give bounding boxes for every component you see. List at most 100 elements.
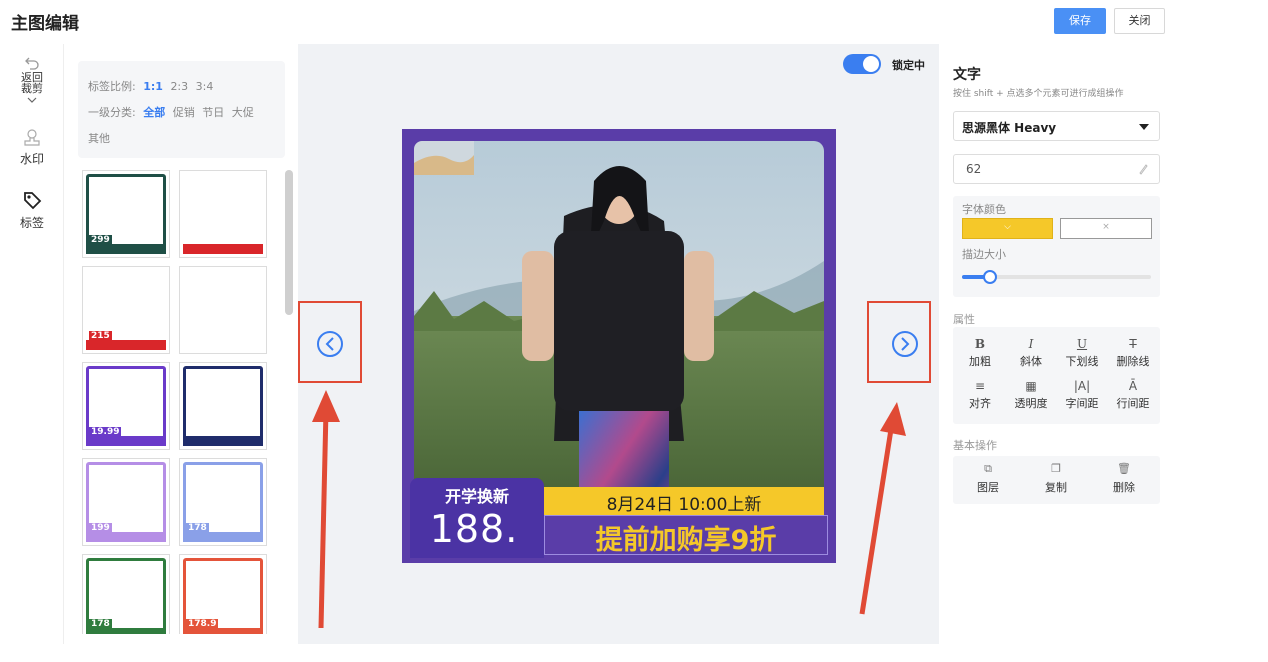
stroke-color-swatch[interactable]: × (1060, 218, 1152, 239)
strikethrough-label: 删除线 (1116, 355, 1150, 368)
lock-toggle[interactable] (843, 54, 881, 74)
property-panel: 文字 按住 shift + 点选多个元素可进行成组操作 思源黑体 Heavy 字… (939, 44, 1180, 644)
underline-button[interactable]: U 下划线 (1057, 337, 1107, 369)
save-button[interactable]: 保存 (1054, 8, 1106, 34)
watermark-thumbnail (414, 141, 474, 175)
template-thumbnail[interactable] (179, 266, 267, 354)
ratio-label: 标签比例: (88, 80, 136, 93)
font-size-input[interactable] (953, 154, 1160, 184)
template-thumbnail[interactable] (179, 362, 267, 450)
stroke-size-label: 描边大小 (962, 248, 1006, 261)
layers-icon: ⧉ (984, 462, 992, 475)
ratio-option-2-3[interactable]: 2:3 (170, 80, 188, 93)
template-thumbnail[interactable]: 199 (82, 458, 170, 546)
opacity-icon: ▦ (1025, 379, 1037, 393)
letter-spacing-button[interactable]: |A| 字间距 (1057, 379, 1107, 411)
category-big-promo[interactable]: 大促 (232, 106, 254, 119)
bold-icon: B (974, 337, 986, 351)
opacity-button[interactable]: ▦ 透明度 (1006, 379, 1056, 411)
line-height-label: 行间距 (1116, 397, 1150, 410)
poster-badge-title: 开学换新 (444, 487, 509, 506)
panel-hint: 按住 shift + 点选多个元素可进行成组操作 (953, 89, 1124, 99)
delete-button[interactable]: 🗑 删除 (1091, 462, 1157, 495)
poster-preview[interactable]: 开学换新 188. 8月24日 10:00上新 提前加购享9折 (402, 129, 836, 563)
align-label: 对齐 (969, 397, 991, 410)
ratio-filter: 标签比例: 1:1 2:3 3:4 (88, 78, 217, 94)
template-thumbnail[interactable]: 215 (82, 266, 170, 354)
page-title: 主图编辑 (11, 14, 79, 34)
template-footer-bar (86, 244, 166, 254)
opacity-label: 透明度 (1014, 397, 1048, 410)
watermark-tool[interactable]: 水印 (0, 128, 64, 167)
next-highlight (867, 301, 931, 383)
italic-label: 斜体 (1020, 355, 1042, 368)
italic-button[interactable]: I 斜体 (1006, 337, 1056, 369)
basic-ops-box: ⧉ 图层 ❐ 复制 🗑 删除 (953, 456, 1160, 504)
template-panel: 标签比例: 1:1 2:3 3:4 一级分类: 全部 促销 节日 大促 其他 2… (64, 44, 298, 644)
line-height-button[interactable]: Ā 行间距 (1108, 379, 1158, 411)
category-holiday[interactable]: 节日 (202, 106, 224, 119)
delete-label: 删除 (1113, 481, 1135, 494)
tag-label: 标签 (19, 216, 44, 230)
basic-ops-section-label: 基本操作 (953, 439, 997, 452)
lock-label: 锁定中 (892, 59, 925, 72)
prev-highlight (298, 301, 362, 383)
close-button[interactable]: 关闭 (1114, 8, 1165, 34)
template-thumbnail[interactable]: 178 (179, 458, 267, 546)
ratio-option-1-1[interactable]: 1:1 (143, 80, 163, 93)
template-thumbnail[interactable]: 299 (82, 170, 170, 258)
template-frame (183, 174, 263, 254)
ratio-option-3-4[interactable]: 3:4 (196, 80, 214, 93)
category-promo[interactable]: 促销 (173, 106, 195, 119)
template-frame (183, 366, 263, 446)
underline-label: 下划线 (1065, 355, 1099, 368)
align-icon: ≡ (974, 379, 986, 393)
template-footer-bar (183, 532, 263, 542)
close-icon: × (1102, 222, 1110, 232)
template-thumbnail[interactable] (179, 170, 267, 258)
layer-button[interactable]: ⧉ 图层 (955, 462, 1021, 495)
strikethrough-button[interactable]: T 删除线 (1108, 337, 1158, 369)
template-price: 178.9 (186, 619, 219, 629)
align-button[interactable]: ≡ 对齐 (955, 379, 1005, 411)
italic-icon: I (1028, 337, 1034, 351)
font-family-select[interactable]: 思源黑体 Heavy (953, 111, 1160, 141)
main-image-editor: 主图编辑 保存 关闭 返回裁剪 水印 标签 标签比例: 1:1 2:3 3:4 … (0, 0, 1268, 662)
category-all[interactable]: 全部 (143, 106, 165, 119)
attributes-section-label: 属性 (953, 313, 975, 326)
font-color-swatch[interactable]: ⌵ (962, 218, 1053, 239)
category-other[interactable]: 其他 (88, 130, 110, 146)
bold-button[interactable]: B 加粗 (955, 337, 1005, 369)
pen-icon (1139, 164, 1148, 175)
template-footer-bar (86, 340, 166, 350)
stroke-slider-knob[interactable] (983, 270, 997, 284)
template-footer-bar (183, 436, 263, 446)
back-to-crop-label: 返回裁剪 (21, 71, 43, 95)
bold-label: 加粗 (969, 355, 991, 368)
template-footer-bar (183, 244, 263, 254)
template-footer-bar (86, 532, 166, 542)
color-stroke-box: 字体颜色 ⌵ × 描边大小 (953, 196, 1160, 297)
back-to-crop-button[interactable]: 返回裁剪 (0, 56, 64, 104)
template-scrollbar[interactable] (285, 170, 293, 315)
template-footer-bar (183, 340, 263, 350)
copy-icon: ❐ (1051, 462, 1061, 475)
template-footer-bar (86, 436, 166, 446)
copy-label: 复制 (1045, 481, 1067, 494)
next-arrow-icon[interactable] (869, 303, 929, 381)
template-thumbnail[interactable]: 178.9 (179, 554, 267, 634)
letter-spacing-label: 字间距 (1065, 397, 1099, 410)
font-color-label: 字体颜色 (962, 203, 1006, 216)
template-thumbnail[interactable]: 19.99 (82, 362, 170, 450)
font-family-value: 思源黑体 Heavy (962, 121, 1057, 135)
poster-date-text[interactable]: 8月24日 10:00上新 (544, 490, 824, 515)
tag-tool[interactable]: 标签 (0, 190, 64, 231)
template-price: 299 (89, 235, 112, 245)
template-price: 199 (89, 523, 112, 533)
template-thumbnail[interactable]: 178 (82, 554, 170, 634)
tag-icon (24, 192, 42, 210)
copy-button[interactable]: ❐ 复制 (1023, 462, 1089, 495)
poster-promo-text[interactable]: 提前加购享9折 (544, 518, 828, 557)
template-price: 178 (186, 523, 209, 533)
prev-arrow-icon[interactable] (300, 303, 360, 381)
